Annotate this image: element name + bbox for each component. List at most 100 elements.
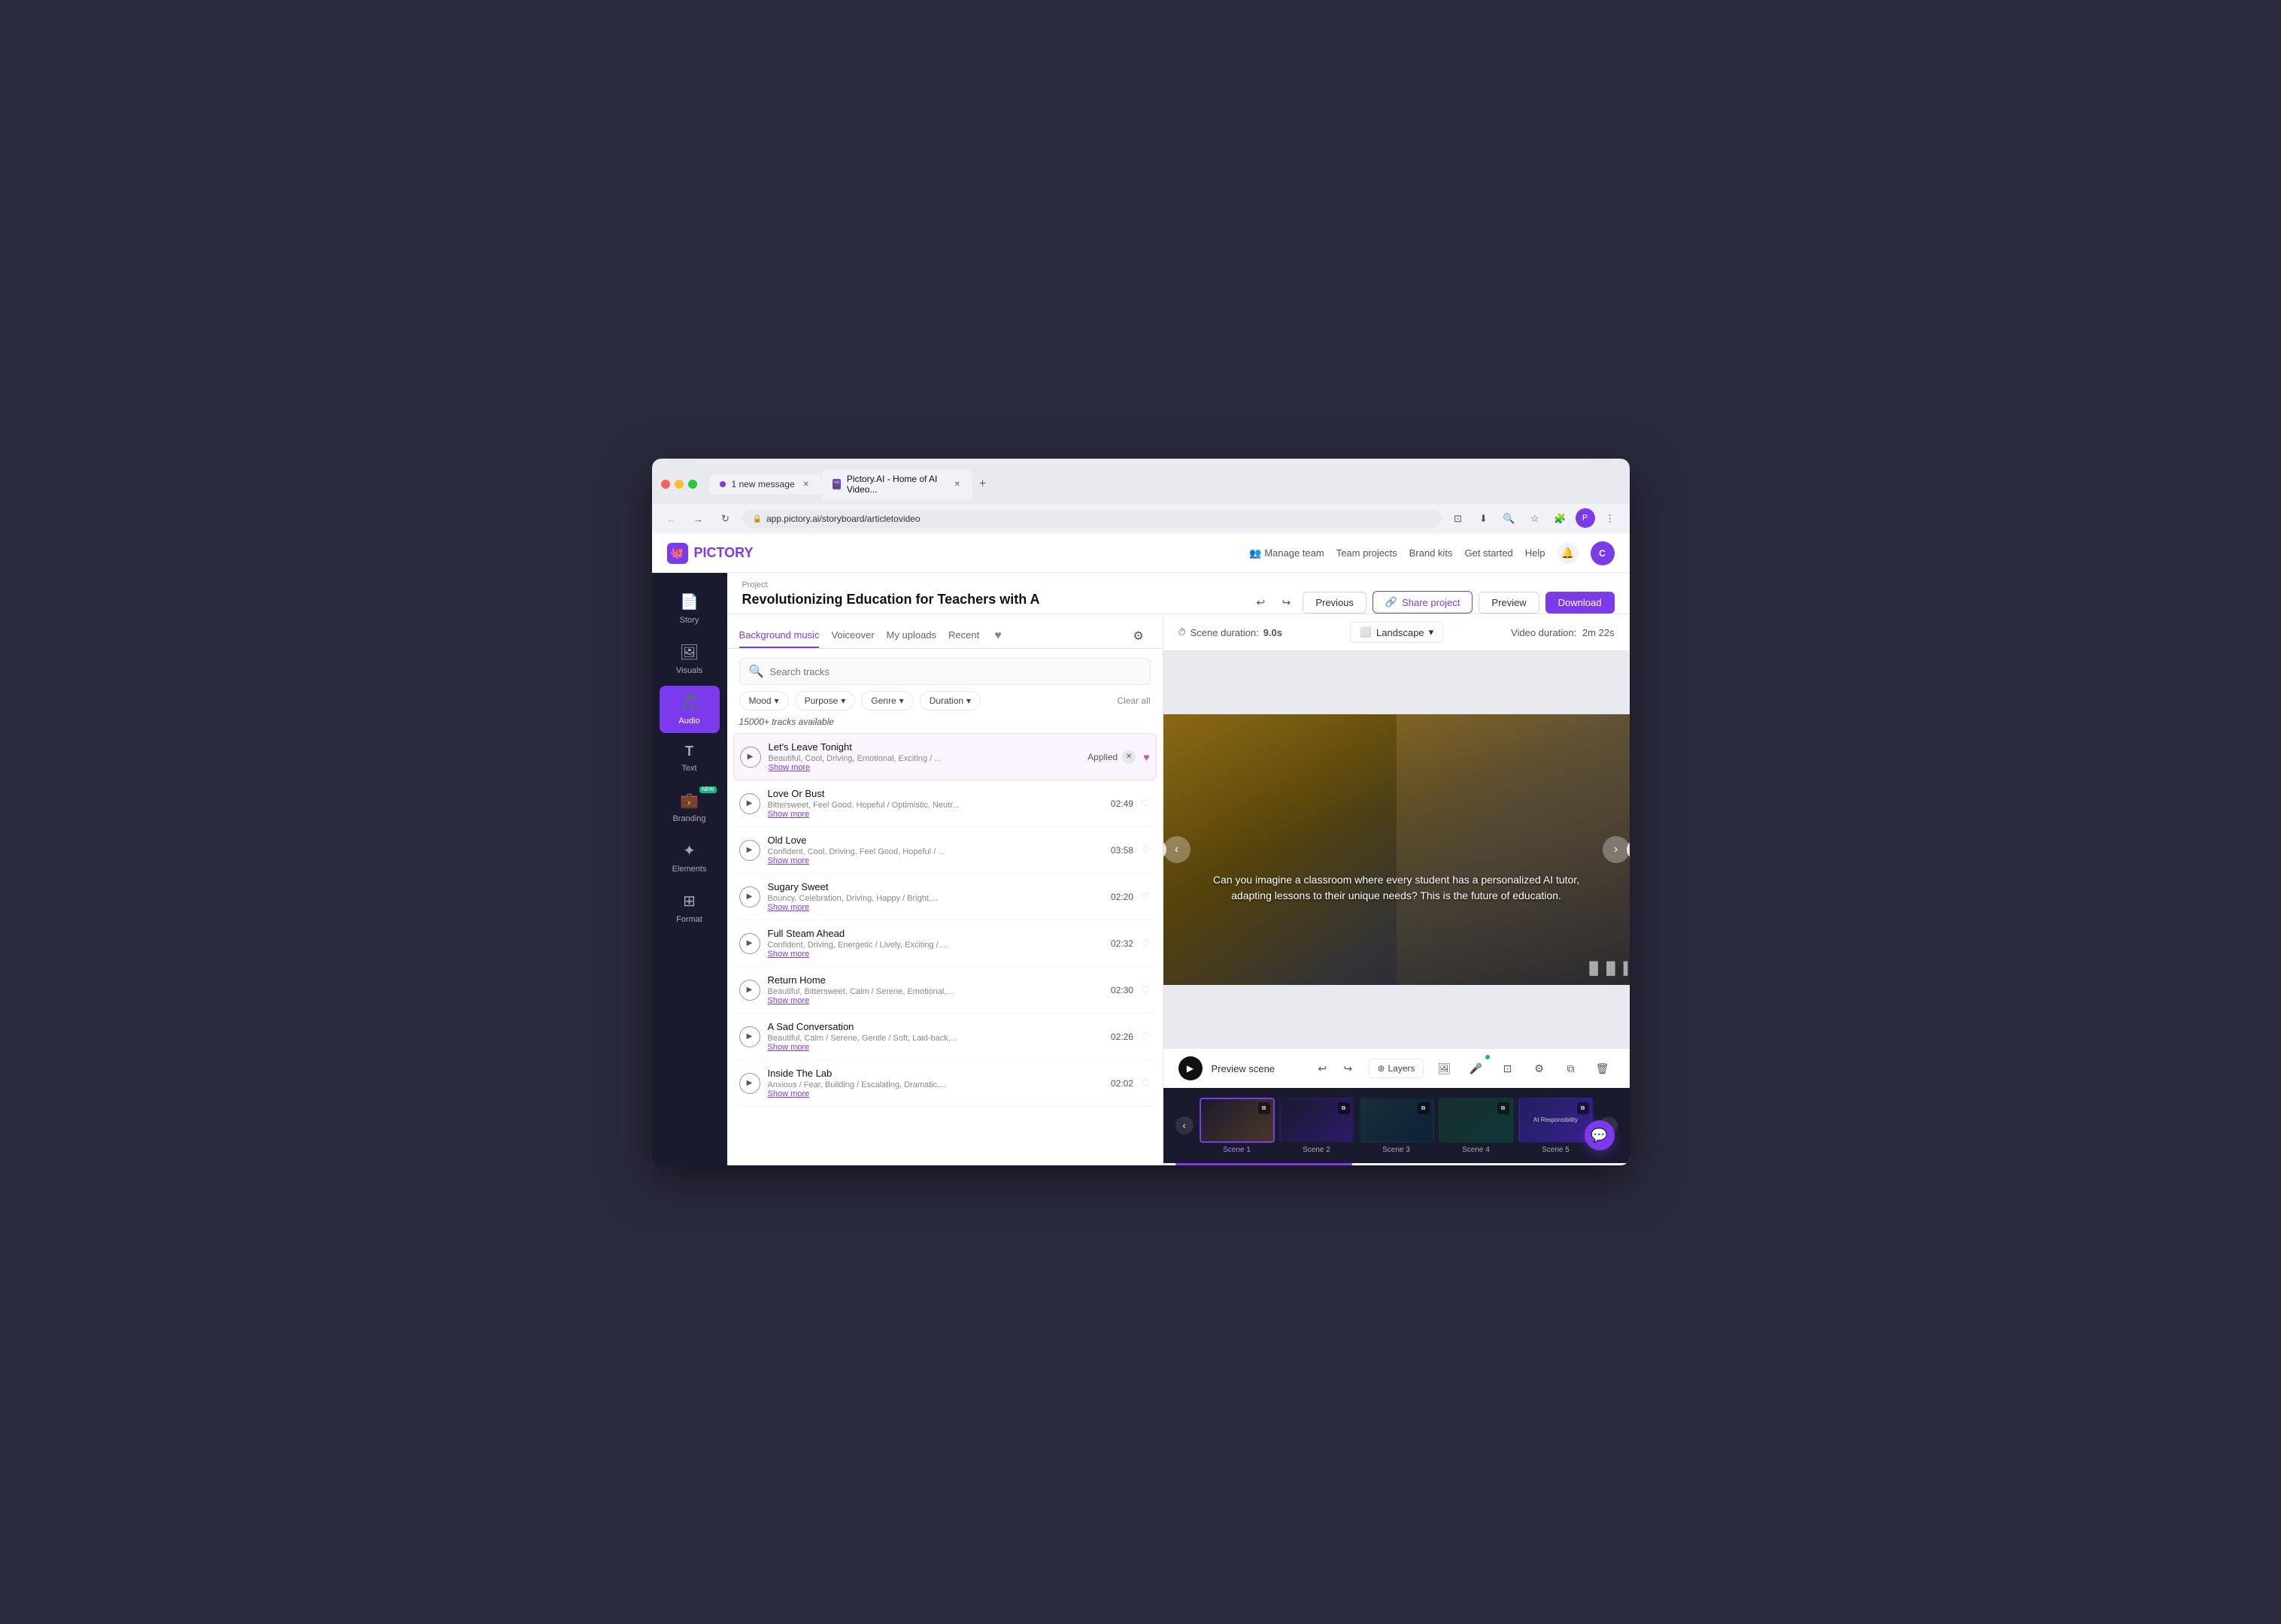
tab-pictory[interactable]: 🎬 Pictory.AI - Home of AI Video... ✕	[822, 469, 972, 499]
clear-all-button[interactable]: Clear all	[1117, 695, 1150, 706]
scene-thumb-2[interactable]: ⧉	[1279, 1098, 1354, 1143]
new-tab-button[interactable]: +	[972, 474, 993, 495]
sidebar-item-branding[interactable]: 💼 Branding NEW	[660, 783, 720, 831]
track-item-1[interactable]: ▶ Let's Leave Tonight Beautiful, Cool, D…	[733, 733, 1157, 780]
timeline-scene-3[interactable]: ⧉ Scene 3	[1359, 1098, 1434, 1154]
track-heart-2[interactable]: ♡	[1141, 797, 1151, 810]
tab-notification[interactable]: 1 new message ✕	[709, 474, 822, 494]
timeline-scene-5[interactable]: AI Responsibility ⧉ Scene 5	[1518, 1098, 1594, 1154]
track-heart-1[interactable]: ♥	[1143, 751, 1149, 763]
track-more-3[interactable]: Show more	[768, 856, 1103, 865]
tab-my-uploads[interactable]: My uploads	[887, 623, 936, 648]
scene-thumb-4[interactable]: ⧉	[1439, 1098, 1514, 1143]
app-profile-avatar[interactable]: C	[1591, 541, 1615, 565]
sidebar-item-text[interactable]: T Text	[660, 736, 720, 780]
nav-forward-button[interactable]: →	[688, 508, 709, 529]
track-more-7[interactable]: Show more	[768, 1043, 1103, 1052]
play-btn-7[interactable]: ▶	[739, 1026, 760, 1047]
cast-icon[interactable]: ⊡	[1448, 508, 1469, 529]
track-item-5[interactable]: ▶ Full Steam Ahead Confident, Driving, E…	[733, 920, 1157, 967]
filter-duration[interactable]: Duration ▾	[920, 691, 981, 710]
preview-button[interactable]: Preview	[1479, 592, 1539, 614]
search-input-wrap[interactable]: 🔍	[739, 658, 1151, 685]
menu-icon[interactable]: ⋮	[1600, 508, 1621, 529]
track-heart-4[interactable]: ♡	[1141, 890, 1151, 903]
brand-kits-link[interactable]: Brand kits	[1409, 547, 1453, 559]
previous-button[interactable]: Previous	[1303, 592, 1366, 614]
filter-genre[interactable]: Genre ▾	[861, 691, 913, 710]
track-item-4[interactable]: ▶ Sugary Sweet Bouncy, Celebration, Driv…	[733, 874, 1157, 920]
timeline-scene-4[interactable]: ⧉ Scene 4	[1439, 1098, 1514, 1154]
delete-scene-button[interactable]: 🗑	[1591, 1056, 1615, 1080]
preview-prev-button[interactable]: ‹	[1163, 836, 1191, 863]
redo-scene-button[interactable]: ↪	[1336, 1056, 1360, 1080]
track-heart-6[interactable]: ♡	[1141, 983, 1151, 996]
tab-voiceover[interactable]: Voiceover	[831, 623, 874, 648]
traffic-light-close[interactable]	[661, 480, 670, 489]
tab-recent[interactable]: Recent	[948, 623, 979, 648]
track-more-6[interactable]: Show more	[768, 996, 1103, 1005]
chat-widget-button[interactable]: 💬	[1585, 1120, 1615, 1150]
track-more-4[interactable]: Show more	[768, 903, 1103, 912]
play-btn-1[interactable]: ▶	[740, 747, 761, 768]
filter-mood[interactable]: Mood ▾	[739, 691, 789, 710]
sidebar-item-audio[interactable]: 🎵 Audio	[660, 686, 720, 733]
traffic-light-minimize[interactable]	[675, 480, 684, 489]
timeline-prev-button[interactable]: ‹	[1175, 1116, 1194, 1135]
timeline-scrollbar[interactable]	[1175, 1163, 1618, 1165]
redo-button[interactable]: ↪	[1275, 592, 1297, 613]
audio-settings-button[interactable]: ⚙	[1127, 624, 1151, 648]
track-more-2[interactable]: Show more	[768, 810, 1103, 819]
undo-button[interactable]: ↩	[1250, 592, 1271, 613]
applied-remove-btn-1[interactable]: ✕	[1122, 750, 1136, 764]
track-item-6[interactable]: ▶ Return Home Beautiful, Bittersweet, Ca…	[733, 967, 1157, 1013]
timeline-scene-1[interactable]: ⧉ Scene 1	[1200, 1098, 1275, 1154]
address-bar[interactable]: 🔒 app.pictory.ai/storyboard/articletovid…	[742, 510, 1442, 528]
help-link[interactable]: Help	[1525, 547, 1545, 559]
bookmark-icon[interactable]: ☆	[1524, 508, 1545, 529]
sidebar-item-format[interactable]: ⊞ Format	[660, 884, 720, 932]
track-item-7[interactable]: ▶ A Sad Conversation Beautiful, Calm / S…	[733, 1013, 1157, 1060]
track-heart-3[interactable]: ♡	[1141, 844, 1151, 856]
preview-play-button[interactable]: ▶	[1178, 1056, 1203, 1080]
search-input[interactable]	[769, 666, 1140, 677]
timeline-scene-2[interactable]: ⧉ Scene 2	[1279, 1098, 1354, 1154]
image-replace-button[interactable]: 🖼	[1433, 1056, 1457, 1080]
nav-refresh-button[interactable]: ↻	[715, 508, 736, 529]
nav-back-button[interactable]: ←	[661, 508, 682, 529]
track-item-2[interactable]: ▶ Love Or Bust Bittersweet, Feel Good, H…	[733, 780, 1157, 827]
notification-bell[interactable]: 🔔	[1558, 543, 1579, 564]
browser-profile-avatar[interactable]: P	[1576, 508, 1595, 528]
zoom-icon[interactable]: 🔍	[1499, 508, 1520, 529]
track-heart-5[interactable]: ♡	[1141, 937, 1151, 950]
track-heart-8[interactable]: ♡	[1141, 1077, 1151, 1089]
play-btn-3[interactable]: ▶	[739, 840, 760, 861]
track-more-8[interactable]: Show more	[768, 1089, 1103, 1098]
mic-button[interactable]: 🎤	[1464, 1056, 1488, 1080]
traffic-light-fullscreen[interactable]	[688, 480, 697, 489]
layers-button[interactable]: ⊛ Layers	[1369, 1059, 1423, 1078]
sidebar-item-visuals[interactable]: 🖼 Visuals	[660, 635, 720, 683]
orientation-selector[interactable]: ⬜ Landscape ▾	[1350, 622, 1443, 643]
text-overlay-button[interactable]: ⊡	[1496, 1056, 1520, 1080]
track-item-3[interactable]: ▶ Old Love Confident, Cool, Driving, Fee…	[733, 827, 1157, 874]
tab-close-pictory[interactable]: ✕	[953, 479, 961, 489]
scene-thumb-3[interactable]: ⧉	[1359, 1098, 1434, 1143]
play-btn-4[interactable]: ▶	[739, 886, 760, 907]
undo-scene-button[interactable]: ↩	[1310, 1056, 1334, 1080]
download-button[interactable]: Download	[1545, 592, 1615, 614]
filter-purpose[interactable]: Purpose ▾	[795, 691, 856, 710]
play-btn-2[interactable]: ▶	[739, 793, 760, 814]
scene-thumb-1[interactable]: ⧉	[1200, 1098, 1275, 1143]
duplicate-scene-button[interactable]: ⧉	[1559, 1056, 1583, 1080]
track-heart-7[interactable]: ♡	[1141, 1030, 1151, 1043]
play-btn-5[interactable]: ▶	[739, 933, 760, 954]
team-projects-link[interactable]: Team projects	[1336, 547, 1397, 559]
play-btn-8[interactable]: ▶	[739, 1073, 760, 1094]
manage-team-link[interactable]: 👥 Manage team	[1249, 547, 1324, 559]
get-started-link[interactable]: Get started	[1464, 547, 1512, 559]
play-btn-6[interactable]: ▶	[739, 980, 760, 1001]
download-icon[interactable]: ⬇	[1473, 508, 1494, 529]
sidebar-item-story[interactable]: 📄 Story	[660, 585, 720, 632]
tab-background-music[interactable]: Background music	[739, 623, 820, 648]
